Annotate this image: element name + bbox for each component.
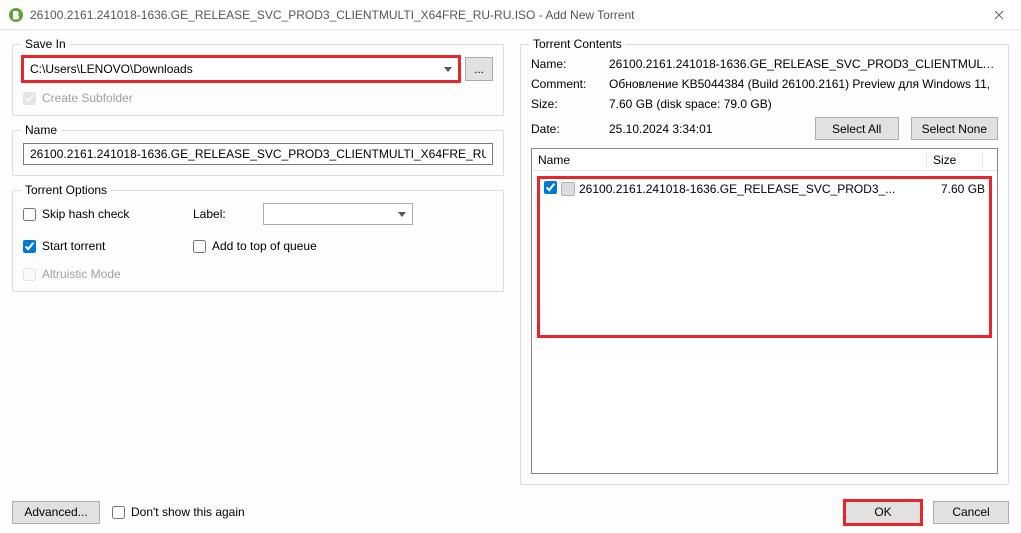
browse-button[interactable]: ... — [465, 57, 493, 81]
window-title: 26100.2161.241018-1636.GE_RELEASE_SVC_PR… — [30, 8, 976, 22]
iso-file-icon — [561, 182, 575, 196]
start-torrent-label: Start torrent — [42, 239, 105, 253]
meta-comment-label: Comment: — [531, 77, 609, 91]
contents-meta: Name: 26100.2161.241018-1636.GE_RELEASE_… — [531, 57, 998, 111]
meta-name-value: 26100.2161.241018-1636.GE_RELEASE_SVC_PR… — [609, 57, 998, 71]
contents-legend: Torrent Contents — [529, 37, 626, 51]
skip-hash-checkbox[interactable] — [23, 208, 36, 221]
create-subfolder-row: Create Subfolder — [23, 91, 493, 105]
advanced-button[interactable]: Advanced... — [12, 501, 100, 524]
table-row[interactable]: 26100.2161.241018-1636.GE_RELEASE_SVC_PR… — [538, 179, 991, 199]
altruistic-label: Altruistic Mode — [42, 267, 121, 281]
add-top-label: Add to top of queue — [212, 239, 317, 253]
close-button[interactable] — [976, 0, 1021, 30]
header-name[interactable]: Name — [532, 153, 927, 167]
select-none-button[interactable]: Select None — [911, 117, 998, 140]
ok-button[interactable]: OK — [845, 501, 921, 524]
select-all-button[interactable]: Select All — [815, 117, 899, 140]
file-row-name: 26100.2161.241018-1636.GE_RELEASE_SVC_PR… — [579, 182, 935, 196]
skip-hash-row[interactable]: Skip hash check — [23, 207, 193, 221]
meta-date-label: Date: — [531, 122, 609, 136]
label-combo[interactable] — [263, 203, 413, 225]
skip-hash-label: Skip hash check — [42, 207, 129, 221]
add-top-row[interactable]: Add to top of queue — [193, 239, 493, 253]
meta-size-value: 7.60 GB (disk space: 79.0 GB) — [609, 97, 998, 111]
start-torrent-checkbox[interactable] — [23, 240, 36, 253]
close-icon — [994, 10, 1004, 20]
file-row-checkbox[interactable] — [544, 181, 557, 194]
save-path-value: C:\Users\LENOVO\Downloads — [30, 62, 193, 76]
name-group: Name — [12, 130, 504, 176]
file-list-highlight: 26100.2161.241018-1636.GE_RELEASE_SVC_PR… — [538, 177, 991, 337]
start-torrent-row[interactable]: Start torrent — [23, 239, 193, 253]
save-in-group: Save In C:\Users\LENOVO\Downloads ... Cr… — [12, 44, 504, 116]
save-in-legend: Save In — [21, 37, 70, 51]
altruistic-checkbox — [23, 268, 36, 281]
name-legend: Name — [21, 123, 61, 137]
dont-show-checkbox[interactable] — [112, 506, 125, 519]
meta-name-label: Name: — [531, 57, 609, 71]
meta-size-label: Size: — [531, 97, 609, 111]
dont-show-label: Don't show this again — [131, 505, 245, 519]
header-size[interactable]: Size — [927, 153, 983, 167]
meta-comment-value: Обновление KB5044384 (Build 26100.2161) … — [609, 77, 998, 91]
torrent-options-group: Torrent Options Skip hash check Label: S… — [12, 190, 504, 292]
titlebar: 26100.2161.241018-1636.GE_RELEASE_SVC_PR… — [0, 0, 1021, 30]
altruistic-row: Altruistic Mode — [23, 267, 193, 281]
file-row-size: 7.60 GB — [935, 182, 991, 196]
file-list[interactable]: Name Size 26100.2161.241018-1636.GE_RELE… — [531, 148, 998, 474]
dialog-footer: Advanced... Don't show this again OK Can… — [0, 491, 1021, 533]
torrent-contents-group: Torrent Contents Name: 26100.2161.241018… — [520, 44, 1009, 485]
save-path-combo[interactable]: C:\Users\LENOVO\Downloads — [23, 57, 459, 81]
create-subfolder-checkbox — [23, 92, 36, 105]
label-label: Label: — [193, 207, 263, 221]
add-top-checkbox[interactable] — [193, 240, 206, 253]
meta-date-value: 25.10.2024 3:34:01 — [609, 122, 815, 136]
file-list-header: Name Size — [532, 149, 997, 171]
create-subfolder-label: Create Subfolder — [42, 91, 133, 105]
dont-show-row[interactable]: Don't show this again — [112, 505, 245, 519]
bittorrent-icon — [8, 7, 24, 23]
options-legend: Torrent Options — [21, 183, 111, 197]
torrent-name-input[interactable] — [23, 143, 493, 165]
cancel-button[interactable]: Cancel — [933, 501, 1009, 524]
